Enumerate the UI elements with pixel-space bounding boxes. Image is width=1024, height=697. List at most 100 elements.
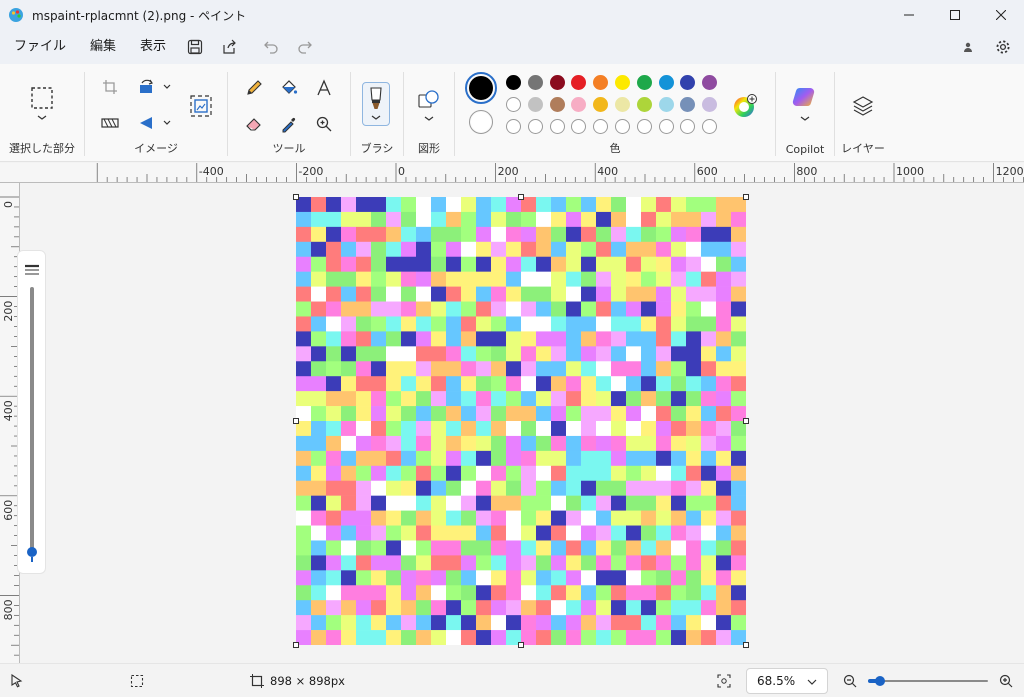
secondary-color-button[interactable] — [469, 110, 493, 134]
resize-handle[interactable] — [518, 642, 524, 648]
maximize-button[interactable] — [932, 0, 978, 30]
account-button[interactable] — [956, 35, 980, 59]
copilot-button[interactable] — [790, 84, 820, 124]
eraser-tool-button[interactable] — [242, 112, 266, 136]
palette-swatch[interactable] — [680, 119, 696, 134]
palette-swatch[interactable] — [658, 75, 674, 90]
menu-file[interactable]: ファイル — [2, 33, 78, 61]
redo-button[interactable] — [288, 33, 322, 61]
magnifier-tool-button[interactable] — [312, 112, 336, 136]
palette-swatch[interactable] — [506, 97, 521, 112]
color-tile — [326, 600, 342, 616]
resize-button[interactable] — [187, 92, 215, 120]
resize-handle[interactable] — [518, 194, 524, 200]
pencil-tool-button[interactable] — [242, 76, 266, 100]
color-tile — [611, 525, 627, 541]
resize-handle[interactable] — [743, 642, 749, 648]
resize-handle[interactable] — [743, 418, 749, 424]
color-tile — [671, 555, 687, 571]
color-tile — [716, 361, 732, 377]
palette-swatch[interactable] — [571, 97, 587, 112]
resize-handle[interactable] — [293, 642, 299, 648]
color-tile — [596, 585, 612, 601]
palette-swatch[interactable] — [593, 75, 609, 90]
resize-handle[interactable] — [743, 194, 749, 200]
menu-view[interactable]: 表示 — [128, 33, 178, 61]
color-tile — [371, 570, 387, 586]
zoom-slider-thumb[interactable] — [875, 676, 885, 686]
fit-to-window-button[interactable] — [712, 670, 736, 692]
primary-color-button[interactable] — [465, 72, 497, 104]
palette-swatch[interactable] — [636, 97, 652, 112]
palette-swatch[interactable] — [702, 75, 718, 90]
zoom-out-button[interactable] — [838, 670, 862, 692]
color-tile — [341, 316, 357, 332]
close-button[interactable] — [978, 0, 1024, 30]
brush-size-slider[interactable] — [27, 287, 37, 563]
palette-swatch[interactable] — [658, 97, 674, 112]
palette-swatch[interactable] — [702, 119, 718, 134]
resize-handle[interactable] — [293, 418, 299, 424]
flip-button[interactable] — [135, 112, 175, 134]
color-picker-button[interactable] — [277, 112, 301, 136]
palette-swatch[interactable] — [593, 119, 609, 134]
palette-swatch[interactable] — [549, 119, 565, 134]
zoom-level-dropdown[interactable]: 68.5% — [746, 668, 828, 694]
color-tile — [566, 585, 582, 601]
color-tile — [641, 361, 657, 377]
color-tile — [611, 421, 627, 437]
color-tile — [461, 226, 477, 243]
color-tile — [311, 346, 327, 362]
color-tile — [611, 435, 627, 452]
palette-swatch[interactable] — [636, 119, 652, 134]
rotate-button[interactable] — [135, 76, 175, 98]
settings-button[interactable] — [990, 34, 1016, 60]
palette-swatch[interactable] — [527, 75, 543, 90]
palette-swatch[interactable] — [615, 97, 630, 112]
color-tile — [671, 331, 687, 347]
color-tile — [476, 540, 492, 556]
palette-swatch[interactable] — [506, 75, 521, 90]
color-tile — [476, 376, 492, 392]
palette-swatch[interactable] — [506, 119, 521, 134]
palette-swatch[interactable] — [615, 75, 630, 90]
shapes-button[interactable] — [416, 86, 442, 124]
color-tile — [566, 465, 582, 482]
palette-swatch[interactable] — [527, 97, 543, 112]
color-tile — [566, 600, 582, 616]
palette-swatch[interactable] — [571, 119, 587, 134]
selection-tool-button[interactable] — [28, 84, 56, 124]
crop-button[interactable] — [99, 76, 121, 98]
select-all-button[interactable] — [99, 112, 121, 134]
palette-swatch[interactable] — [593, 97, 609, 112]
color-tile — [386, 271, 402, 287]
palette-swatch[interactable] — [658, 119, 674, 134]
palette-swatch[interactable] — [702, 97, 718, 112]
color-tile — [536, 211, 552, 228]
palette-swatch[interactable] — [527, 119, 543, 134]
minimize-button[interactable] — [886, 0, 932, 30]
brush-button[interactable] — [362, 82, 390, 126]
zoom-slider[interactable] — [868, 674, 988, 688]
palette-swatch[interactable] — [549, 75, 565, 90]
save-button[interactable] — [178, 33, 212, 61]
layers-button[interactable] — [849, 92, 877, 120]
resize-handle[interactable] — [293, 194, 299, 200]
palette-swatch[interactable] — [680, 97, 696, 112]
palette-swatch[interactable] — [549, 97, 565, 112]
palette-swatch[interactable] — [615, 119, 630, 134]
zoom-in-button[interactable] — [994, 670, 1018, 692]
pixel-art-image[interactable] — [296, 197, 746, 645]
palette-swatch[interactable] — [680, 75, 696, 90]
color-tile — [611, 226, 627, 243]
text-tool-button[interactable] — [312, 76, 336, 100]
color-tile — [536, 197, 552, 213]
share-button[interactable] — [212, 33, 246, 61]
edit-colors-button[interactable] — [731, 92, 759, 120]
brush-size-thumb[interactable] — [27, 547, 37, 557]
palette-swatch[interactable] — [636, 75, 652, 90]
undo-button[interactable] — [254, 33, 288, 61]
fill-tool-button[interactable] — [277, 76, 301, 100]
menu-edit[interactable]: 編集 — [78, 33, 128, 61]
palette-swatch[interactable] — [571, 75, 587, 90]
